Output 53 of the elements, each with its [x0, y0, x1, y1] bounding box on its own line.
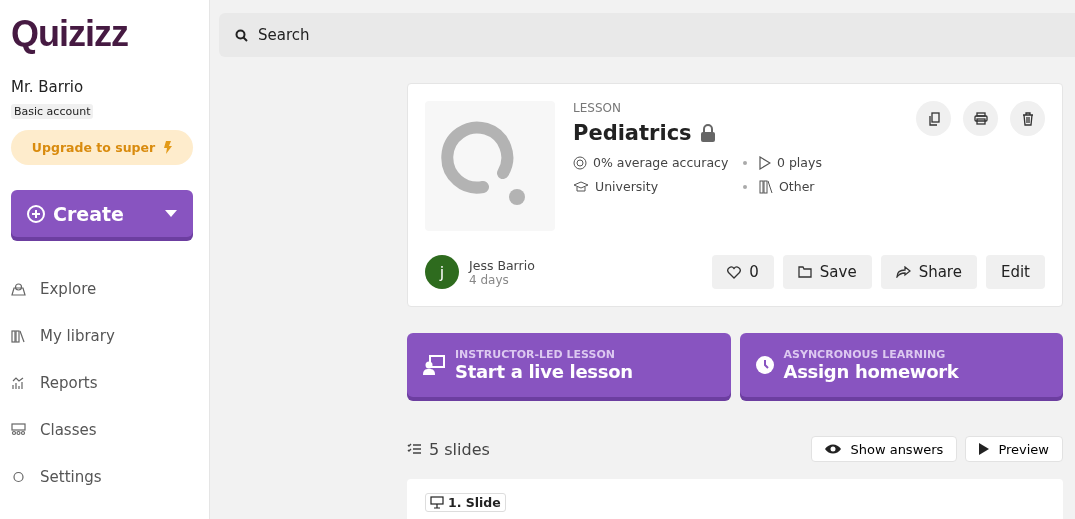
trash-icon [1021, 111, 1034, 126]
checklist-icon [407, 443, 421, 455]
presenter-icon [423, 355, 445, 375]
author-name: Jess Barrio [469, 257, 536, 273]
slide-count: 5 slides [429, 439, 490, 459]
logo: Quizizz [11, 14, 128, 54]
delete-button[interactable] [1010, 101, 1045, 136]
sidebar-item[interactable]: Classes [11, 420, 115, 440]
subject-text: Other [779, 179, 815, 194]
like-button[interactable]: 0 [712, 255, 774, 289]
play-icon [979, 443, 990, 455]
search-icon [235, 28, 248, 42]
sidebar-item[interactable]: Settings [11, 467, 115, 487]
user-name: Mr. Barrio [11, 78, 84, 96]
preview-button[interactable]: Preview [965, 436, 1063, 462]
nav-icon [11, 423, 26, 437]
play-icon [759, 155, 771, 170]
sidebar-item[interactable]: My library [11, 326, 115, 346]
slide-tag: 1. Slide [425, 493, 506, 512]
card-button[interactable]: Save [782, 255, 872, 289]
graduation-cap-icon [573, 180, 589, 193]
caret-icon [165, 210, 177, 217]
card-button[interactable]: Share [880, 255, 977, 289]
author-time: 4 days [469, 272, 510, 287]
avatar: j [425, 255, 459, 289]
copy-icon [927, 111, 940, 126]
folder-icon [797, 266, 812, 278]
share-icon [895, 266, 911, 278]
accuracy-text: 0% average accuracy [593, 155, 729, 170]
lesson-title: Pediatrics [573, 121, 692, 145]
presentation-icon [430, 496, 444, 509]
clock-icon [755, 356, 774, 374]
print-icon [973, 112, 988, 125]
plus-circle-icon [27, 204, 45, 223]
card-button[interactable]: Edit [985, 255, 1045, 289]
lesson-type: LESSON [573, 101, 622, 115]
sidebar-item[interactable]: Explore [11, 279, 115, 299]
grade-text: University [595, 179, 659, 194]
copy-button[interactable] [916, 101, 951, 136]
plan-badge: Basic account [11, 104, 94, 119]
print-button[interactable] [963, 101, 998, 136]
lightning-icon [163, 141, 173, 154]
nav-icon [11, 470, 26, 484]
plays-text: 0 plays [777, 155, 822, 170]
nav-icon [11, 282, 26, 296]
sidebar-item[interactable]: Reports [11, 373, 115, 393]
show-answers-button[interactable]: Show answers [811, 436, 958, 462]
target-icon [573, 155, 587, 170]
eye-icon [825, 444, 842, 454]
books-icon [759, 179, 773, 194]
heart-icon [727, 265, 742, 279]
nav-icon [11, 329, 26, 343]
nav-icon [11, 376, 26, 390]
